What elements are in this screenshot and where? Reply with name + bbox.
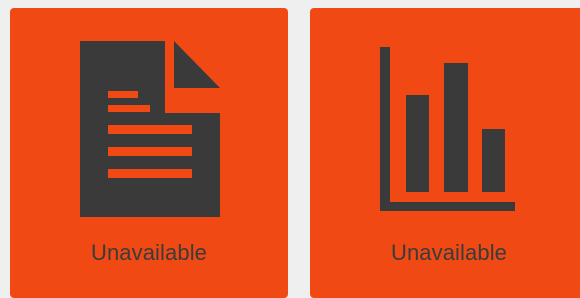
tile-status-label: Unavailable [90, 240, 208, 265]
report-tile-chart[interactable]: Unavailable [310, 8, 580, 298]
tile-status-label: Unavailable [390, 240, 508, 265]
report-tile-document[interactable]: Unavailable [10, 8, 288, 298]
